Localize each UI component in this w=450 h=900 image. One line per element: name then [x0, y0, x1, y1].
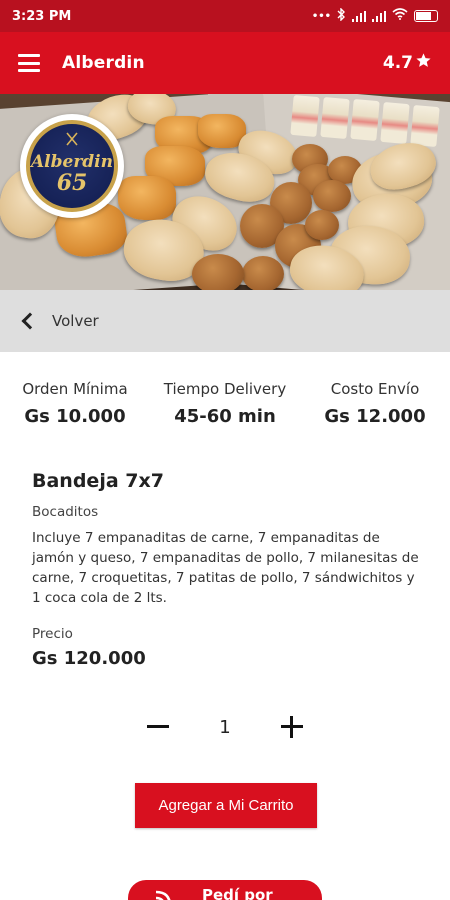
notification-dots: •••: [311, 10, 331, 22]
product-category: Bocaditos: [32, 504, 99, 520]
battery-icon: [414, 10, 438, 22]
decrease-quantity-button[interactable]: [143, 712, 173, 742]
rating: 4.7: [383, 52, 432, 74]
status-time: 3:23 PM: [12, 8, 72, 24]
shipping-cost-info: Costo Envío Gs 12.000: [300, 380, 450, 427]
order-via-label: Pedí por: [202, 886, 273, 900]
add-to-cart-button[interactable]: Agregar a Mi Carrito: [135, 783, 317, 828]
logo-brand-text: Alberdin: [30, 151, 113, 172]
logo-emblem: Alberdin 65: [26, 120, 118, 212]
chevron-left-icon: [21, 312, 39, 330]
hamburger-menu-icon[interactable]: [18, 54, 40, 72]
product-description: Incluye 7 empanaditas de carne, 7 empana…: [32, 530, 419, 606]
rating-value: 4.7: [382, 53, 413, 73]
star-icon: [415, 52, 432, 74]
quantity-stepper: 1: [0, 712, 450, 742]
back-button[interactable]: Volver: [0, 290, 450, 352]
min-order-info: Orden Mínima Gs 10.000: [0, 380, 150, 427]
delivery-info-row: Orden Mínima Gs 10.000 Tiempo Delivery 4…: [0, 380, 450, 427]
increase-quantity-button[interactable]: [277, 712, 307, 742]
quantity-value: 1: [219, 716, 231, 738]
min-order-value: Gs 10.000: [24, 406, 126, 427]
bluetooth-icon: [337, 6, 346, 25]
hero-food-image: Alberdin 65: [0, 94, 450, 290]
status-icons: •••: [311, 6, 438, 25]
shipping-cost-label: Costo Envío: [330, 380, 420, 398]
price-value: Gs 120.000: [32, 648, 146, 669]
shipping-cost-value: Gs 12.000: [324, 406, 426, 427]
delivery-time-info: Tiempo Delivery 45-60 min: [150, 380, 300, 427]
product-details: Bandeja 7x7 Bocaditos Incluye 7 empanadi…: [32, 470, 422, 669]
logo-number: 65: [56, 169, 88, 196]
signal-icon: [352, 10, 366, 22]
restaurant-logo: Alberdin 65: [20, 114, 124, 218]
product-name: Bandeja 7x7: [32, 470, 164, 492]
wifi-icon: [392, 8, 408, 24]
delivery-time-label: Tiempo Delivery: [163, 380, 287, 398]
app-title: Alberdin: [62, 53, 145, 73]
status-bar: 3:23 PM •••: [0, 0, 450, 32]
order-via-button[interactable]: Pedí por: [128, 880, 322, 900]
price-label: Precio: [32, 626, 73, 642]
back-label: Volver: [52, 312, 99, 330]
utensils-icon: [64, 131, 80, 150]
signal-icon-2: [372, 10, 386, 22]
delivery-time-value: 45-60 min: [174, 406, 276, 427]
min-order-label: Orden Mínima: [22, 380, 128, 398]
rss-icon: [154, 888, 174, 900]
app-bar: Alberdin 4.7: [0, 32, 450, 94]
